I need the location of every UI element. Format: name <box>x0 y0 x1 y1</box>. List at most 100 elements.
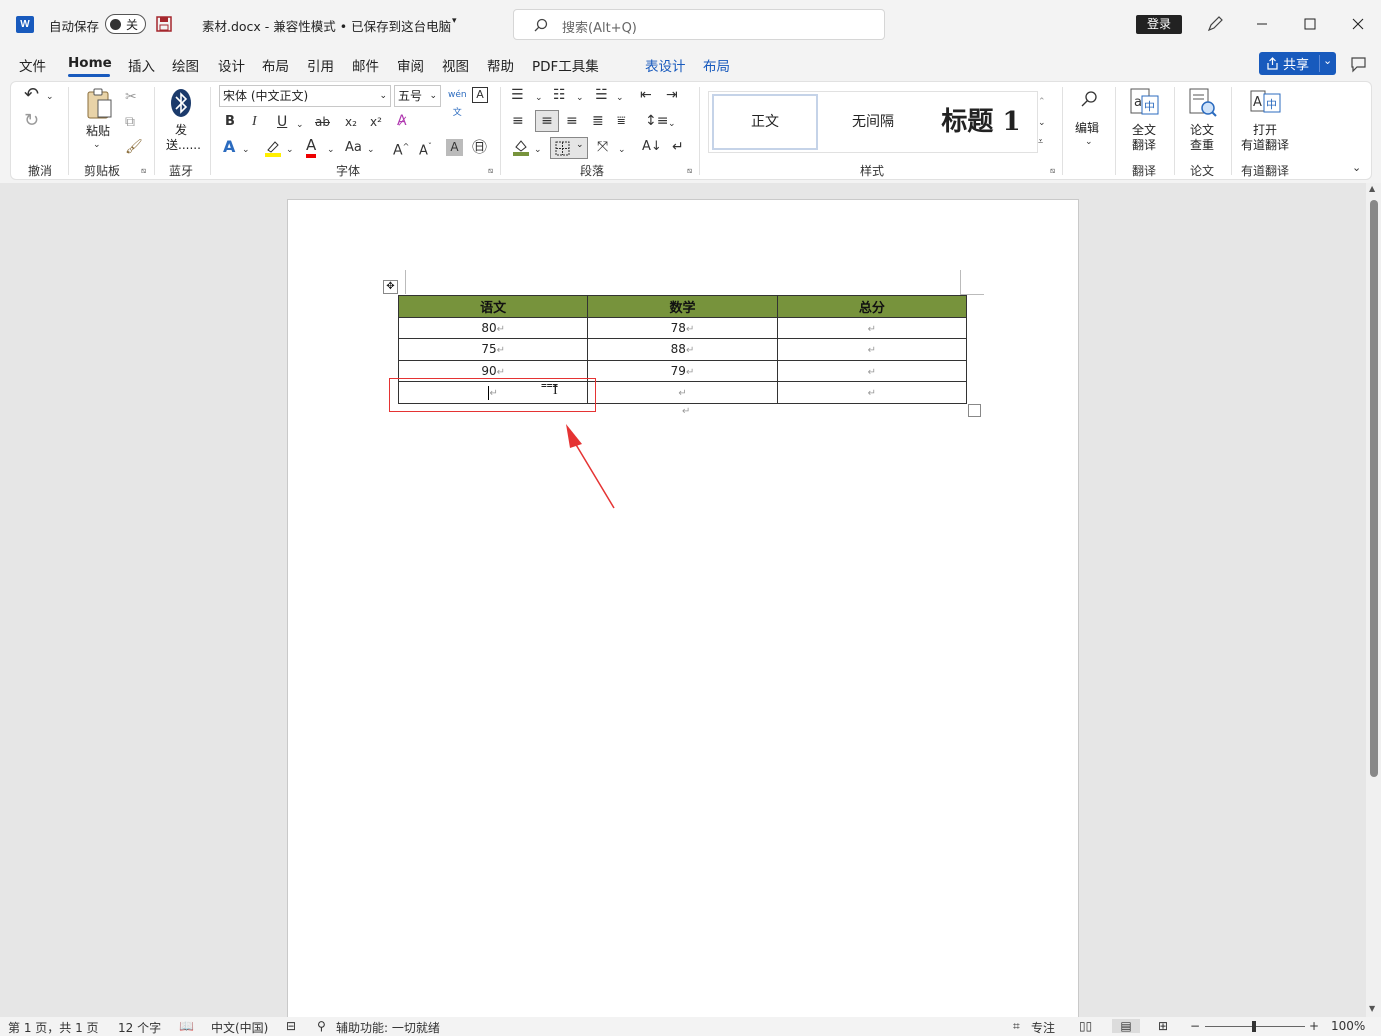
clear-formatting-icon[interactable]: A̷ <box>397 112 407 130</box>
highlight-icon[interactable] <box>264 139 282 157</box>
maximize-icon[interactable] <box>1304 18 1316 30</box>
menu-pdf-tools[interactable]: PDF工具集 <box>532 55 599 75</box>
table-cell[interactable]: 80↵ <box>397 316 589 339</box>
text-effects-icon[interactable]: A <box>223 138 235 156</box>
pen-icon[interactable] <box>1206 15 1224 33</box>
highlight-dropdown-icon[interactable]: ⌄ <box>286 141 294 159</box>
share-button[interactable]: 共享 ⌄ <box>1259 52 1336 75</box>
zoom-out-icon[interactable]: − <box>1190 1019 1200 1033</box>
multilevel-dropdown-icon[interactable]: ⌄ <box>616 89 624 107</box>
table-resize-handle[interactable] <box>968 404 981 417</box>
chinese-layout-dropdown-icon[interactable]: ⌄ <box>618 141 626 159</box>
numbering-icon[interactable]: ☷ <box>553 86 566 104</box>
sort-icon[interactable]: A↓ <box>642 138 662 156</box>
zoom-slider-thumb[interactable] <box>1252 1021 1256 1032</box>
copy-icon[interactable]: ⧉ <box>125 113 135 131</box>
text-effects-dropdown-icon[interactable]: ⌄ <box>242 141 250 159</box>
paragraph-launcher-icon[interactable]: ⧅ <box>687 166 692 176</box>
decrease-indent-icon[interactable]: ⇤ <box>640 86 652 104</box>
grow-font-icon[interactable]: A^ <box>393 138 409 160</box>
style-no-spacing[interactable]: 无间隔 <box>820 94 926 150</box>
full-translate-icon[interactable]: a中 <box>1130 88 1160 118</box>
undo-dropdown-icon[interactable]: ⌄ <box>46 88 54 106</box>
superscript-icon[interactable]: x² <box>370 113 382 131</box>
borders-button[interactable]: ⌄ <box>550 137 588 159</box>
table-header-cell[interactable]: 总分 <box>776 295 968 318</box>
font-color-dropdown-icon[interactable]: ⌄ <box>327 141 335 159</box>
justify-icon[interactable]: ≣ <box>592 112 604 130</box>
full-translate-label-2[interactable]: 翻译 <box>1132 136 1156 153</box>
scroll-up-icon[interactable]: ▲ <box>1369 184 1375 193</box>
table-cell[interactable]: ↵ <box>587 381 778 404</box>
shading-dropdown-icon[interactable]: ⌄ <box>534 141 542 159</box>
login-button[interactable]: 登录 <box>1136 15 1182 34</box>
style-heading1[interactable]: 标题 1 <box>928 94 1034 150</box>
proofing-icon[interactable]: 📖 <box>179 1019 194 1033</box>
styles-scroll-up-icon[interactable]: ⌃ <box>1038 93 1046 111</box>
phonetic-guide-icon[interactable]: wén 文 <box>448 86 467 122</box>
menu-design[interactable]: 设计 <box>218 55 245 75</box>
cut-icon[interactable]: ✂ <box>125 88 137 106</box>
increase-indent-icon[interactable]: ⇥ <box>666 86 678 104</box>
italic-icon[interactable]: I <box>252 113 257 131</box>
read-mode-icon[interactable]: ▯▯ <box>1079 1019 1092 1033</box>
edit-dropdown-icon[interactable]: ⌄ <box>1085 133 1093 151</box>
autosave-toggle[interactable]: 关 <box>105 14 146 34</box>
change-case-icon[interactable]: Aa <box>345 139 362 157</box>
styles-scroll-down-icon[interactable]: ⌄ <box>1038 114 1046 132</box>
menu-table-layout[interactable]: 布局 <box>703 55 730 75</box>
line-spacing-icon[interactable]: ↕≡ <box>645 112 668 130</box>
table-cell[interactable]: 79↵ <box>587 359 778 382</box>
table-move-handle-icon[interactable]: ✥ <box>383 280 398 294</box>
zoom-in-icon[interactable]: + <box>1309 1019 1319 1033</box>
multilevel-list-icon[interactable]: ☱ <box>595 86 608 104</box>
find-icon[interactable] <box>1080 90 1098 108</box>
search-box[interactable]: 搜索(Alt+Q) <box>513 9 885 40</box>
focus-label[interactable]: 专注 <box>1031 1019 1055 1036</box>
ribbon-collapse-icon[interactable]: ⌄ <box>1352 159 1361 177</box>
table-cell[interactable]: 88↵ <box>587 338 778 361</box>
table-header-cell[interactable]: 数学 <box>587 295 778 318</box>
minimize-icon[interactable] <box>1256 18 1268 30</box>
character-border-icon[interactable]: A <box>472 87 488 103</box>
strikethrough-icon[interactable]: ab <box>315 113 330 131</box>
bullets-dropdown-icon[interactable]: ⌄ <box>535 89 543 107</box>
comments-icon[interactable] <box>1350 56 1367 73</box>
table-cell[interactable]: ↵ <box>776 359 968 382</box>
chevron-down-icon[interactable]: ⌄ <box>1323 54 1332 67</box>
menu-review[interactable]: 审阅 <box>397 55 424 75</box>
bluetooth-icon[interactable] <box>170 88 192 118</box>
bullets-icon[interactable]: ☰ <box>511 86 524 104</box>
align-left-icon[interactable]: ≡ <box>512 112 524 130</box>
menu-view[interactable]: 视图 <box>442 55 469 75</box>
menu-references[interactable]: 引用 <box>307 55 334 75</box>
menu-mailings[interactable]: 邮件 <box>352 55 379 75</box>
bold-icon[interactable]: B <box>225 113 235 131</box>
zoom-level[interactable]: 100% <box>1331 1019 1365 1033</box>
table-cell[interactable]: ↵ <box>776 338 968 361</box>
menu-table-design[interactable]: 表设计 <box>645 55 686 75</box>
change-case-dropdown-icon[interactable]: ⌄ <box>367 141 375 159</box>
clipboard-launcher-icon[interactable]: ⧅ <box>141 166 146 176</box>
page-count[interactable]: 第 1 页，共 1 页 <box>8 1019 99 1036</box>
chinese-layout-icon[interactable]: ⤧ <box>597 138 608 156</box>
format-painter-icon[interactable]: 🖌 <box>125 138 143 156</box>
font-color-icon[interactable]: A <box>306 136 317 158</box>
font-name-dropdown[interactable]: 宋体 (中文正文) ⌄ <box>219 85 391 107</box>
enclose-characters-icon[interactable]: ㊐ <box>472 138 487 156</box>
table-cell[interactable]: 78↵ <box>587 316 778 339</box>
web-layout-icon[interactable]: ⊞ <box>1158 1019 1168 1033</box>
menu-insert[interactable]: 插入 <box>128 55 155 75</box>
subscript-icon[interactable]: x₂ <box>345 113 357 131</box>
scroll-down-icon[interactable]: ▼ <box>1369 1004 1375 1013</box>
paper-check-icon[interactable] <box>1188 88 1218 118</box>
title-dropdown-icon[interactable]: ▾ <box>452 16 457 26</box>
youdao-translate-icon[interactable]: A中 <box>1250 88 1282 118</box>
paste-dropdown-icon[interactable]: ⌄ <box>93 136 101 154</box>
save-icon[interactable] <box>156 16 172 32</box>
menu-layout[interactable]: 布局 <box>262 55 289 75</box>
table-cell[interactable]: 75↵ <box>397 338 589 361</box>
styles-more-icon[interactable]: ⩡ <box>1038 133 1043 151</box>
shrink-font-icon[interactable]: Aˇ <box>419 138 432 160</box>
table-cell[interactable]: ↵ <box>776 381 968 404</box>
